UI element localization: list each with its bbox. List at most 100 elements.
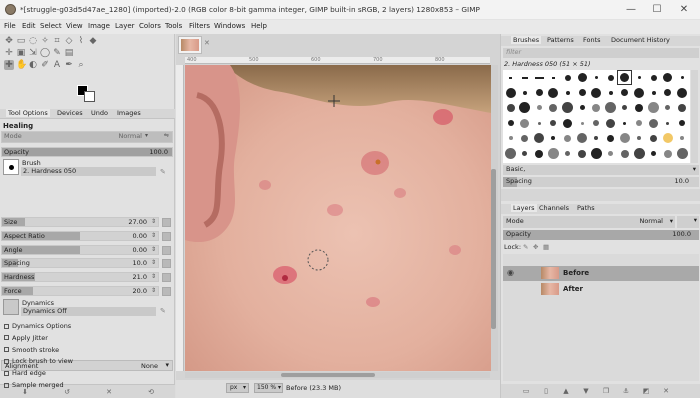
brush-cell[interactable] xyxy=(561,131,575,145)
lower-layer-icon[interactable]: ▼ xyxy=(581,386,591,396)
background-color-swatch[interactable] xyxy=(84,91,95,102)
menu-select[interactable]: Select xyxy=(40,22,62,30)
minimize-button[interactable]: — xyxy=(624,3,638,17)
option-apply-jitter[interactable]: Apply Jitter xyxy=(4,334,48,342)
lasso-icon[interactable]: ◌ xyxy=(28,36,38,46)
delete-layer-icon[interactable]: ✕ xyxy=(661,386,671,396)
new-layer-icon[interactable]: ▭ xyxy=(521,386,531,396)
brush-cell[interactable] xyxy=(532,116,546,130)
brush-cell[interactable] xyxy=(647,101,660,115)
brush-cell[interactable] xyxy=(661,71,675,84)
brush-cell[interactable] xyxy=(604,71,618,84)
brush-cell[interactable] xyxy=(589,71,603,84)
raise-layer-icon[interactable]: ▲ xyxy=(561,386,571,396)
lock-pixels-icon[interactable]: ✎ xyxy=(523,243,528,251)
brush-cell[interactable] xyxy=(518,116,532,130)
brush-cell[interactable] xyxy=(561,71,575,84)
menu-file[interactable]: File xyxy=(4,22,16,30)
layer-row-before[interactable]: ◉ Before xyxy=(503,266,699,281)
layer-name[interactable]: Before xyxy=(563,269,589,277)
zoom-icon[interactable]: ⌕ xyxy=(76,60,86,70)
checkbox[interactable] xyxy=(4,347,9,353)
paths-icon[interactable]: ✎ xyxy=(52,48,62,58)
spin-arrows-icon[interactable]: ⇕ xyxy=(151,232,156,239)
rect-select-icon[interactable]: ▭ xyxy=(16,36,26,46)
menu-help[interactable]: Help xyxy=(251,22,267,30)
reset-slider-button[interactable] xyxy=(162,259,171,269)
menu-edit[interactable]: Edit xyxy=(22,22,36,30)
checkbox[interactable] xyxy=(4,358,9,364)
brush-cell[interactable] xyxy=(675,101,689,115)
spin-arrows-icon[interactable]: ⇕ xyxy=(151,287,156,294)
layer-opacity-slider[interactable]: Opacity 100.0 xyxy=(503,230,699,240)
image-tab-thumbnail[interactable] xyxy=(178,36,202,54)
brush-cell[interactable] xyxy=(661,101,675,115)
menu-tools[interactable]: Tools xyxy=(165,22,182,30)
heal-tool-icon[interactable]: ✚ xyxy=(4,60,14,70)
vertical-scrollbar[interactable] xyxy=(490,65,498,371)
brush-cell[interactable] xyxy=(675,71,689,84)
bucket-fill-icon[interactable]: ◆ xyxy=(88,36,98,46)
eye-icon[interactable]: ◉ xyxy=(507,268,514,277)
checkbox[interactable] xyxy=(4,370,9,376)
brush-cell[interactable] xyxy=(618,147,632,160)
brush-cell[interactable] xyxy=(604,116,618,130)
brush-cell[interactable] xyxy=(504,86,517,100)
spin-arrows-icon[interactable]: ⇕ xyxy=(151,259,156,266)
brush-cell[interactable] xyxy=(647,116,660,130)
brush-cell[interactable] xyxy=(504,71,517,84)
brush-cell[interactable] xyxy=(546,71,560,84)
brush-cell[interactable] xyxy=(518,101,532,115)
ellipse-select-icon[interactable]: ◯ xyxy=(40,48,50,58)
slider-angle[interactable]: Angle 0.00 ⇕ xyxy=(1,244,171,255)
brush-cell[interactable] xyxy=(618,86,632,100)
brush-cell[interactable] xyxy=(504,147,517,160)
image-canvas[interactable] xyxy=(185,65,491,371)
menu-windows[interactable]: Windows xyxy=(214,22,245,30)
brush-preview[interactable] xyxy=(3,159,19,175)
option-dynamics-options[interactable]: Dynamics Options xyxy=(4,322,71,330)
move-icon-2[interactable]: ✛ xyxy=(4,48,14,58)
brush-field[interactable]: 2. Hardness 050 xyxy=(21,167,156,176)
menu-filters[interactable]: Filters xyxy=(189,22,210,30)
fuzzy-select-icon[interactable]: ✧ xyxy=(40,36,50,46)
horizontal-scroll-thumb[interactable] xyxy=(281,373,375,377)
brush-cell[interactable] xyxy=(575,86,589,100)
brush-cell[interactable] xyxy=(561,147,575,160)
slider-size[interactable]: Size 27.00 ⇕ xyxy=(1,217,171,227)
tab-devices[interactable]: Devices xyxy=(57,109,83,117)
brush-cell[interactable] xyxy=(604,101,618,115)
brush-cell[interactable] xyxy=(575,116,589,130)
brush-cell[interactable] xyxy=(632,71,646,84)
menu-colors[interactable]: Colors xyxy=(139,22,161,30)
brush-cell[interactable] xyxy=(589,101,603,115)
brush-cell[interactable] xyxy=(546,116,560,130)
zoom-select[interactable]: 150 % ▾ xyxy=(254,383,283,393)
brush-cell[interactable] xyxy=(604,147,618,160)
brush-cell[interactable] xyxy=(589,147,603,160)
edit-brush-icon[interactable]: ✎ xyxy=(160,168,168,176)
brush-cell[interactable] xyxy=(675,147,689,160)
brush-cell[interactable] xyxy=(675,86,689,100)
spin-arrows-icon[interactable]: ⇕ xyxy=(151,218,156,225)
brush-cell[interactable] xyxy=(546,86,560,100)
brush-cell[interactable] xyxy=(575,101,589,115)
tab-paths[interactable]: Paths xyxy=(577,204,595,212)
layer-mode-select[interactable]: Mode Normal ▾ xyxy=(503,216,675,228)
brush-cell[interactable] xyxy=(518,86,532,100)
brush-cell[interactable] xyxy=(546,101,560,115)
brush-spacing-slider[interactable]: Spacing 10.0 xyxy=(503,177,699,187)
airbrush-icon[interactable]: ✐ xyxy=(40,60,50,70)
brush-cell[interactable] xyxy=(618,116,632,130)
gradient-icon[interactable]: ▤ xyxy=(64,48,74,58)
tab-channels[interactable]: Channels xyxy=(539,204,569,212)
tab-tool-options[interactable]: Tool Options xyxy=(6,109,50,117)
image-tab-close-icon[interactable]: ✕ xyxy=(204,39,210,47)
opacity-slider[interactable]: Opacity 100.0 xyxy=(1,147,173,157)
tab-undo[interactable]: Undo xyxy=(91,109,108,117)
brush-cell[interactable] xyxy=(617,70,633,85)
tab-images[interactable]: Images xyxy=(117,109,141,117)
anchor-layer-icon[interactable]: ⚓ xyxy=(621,386,631,396)
brush-cell[interactable] xyxy=(532,86,546,100)
reset-slider-button[interactable] xyxy=(162,218,171,227)
